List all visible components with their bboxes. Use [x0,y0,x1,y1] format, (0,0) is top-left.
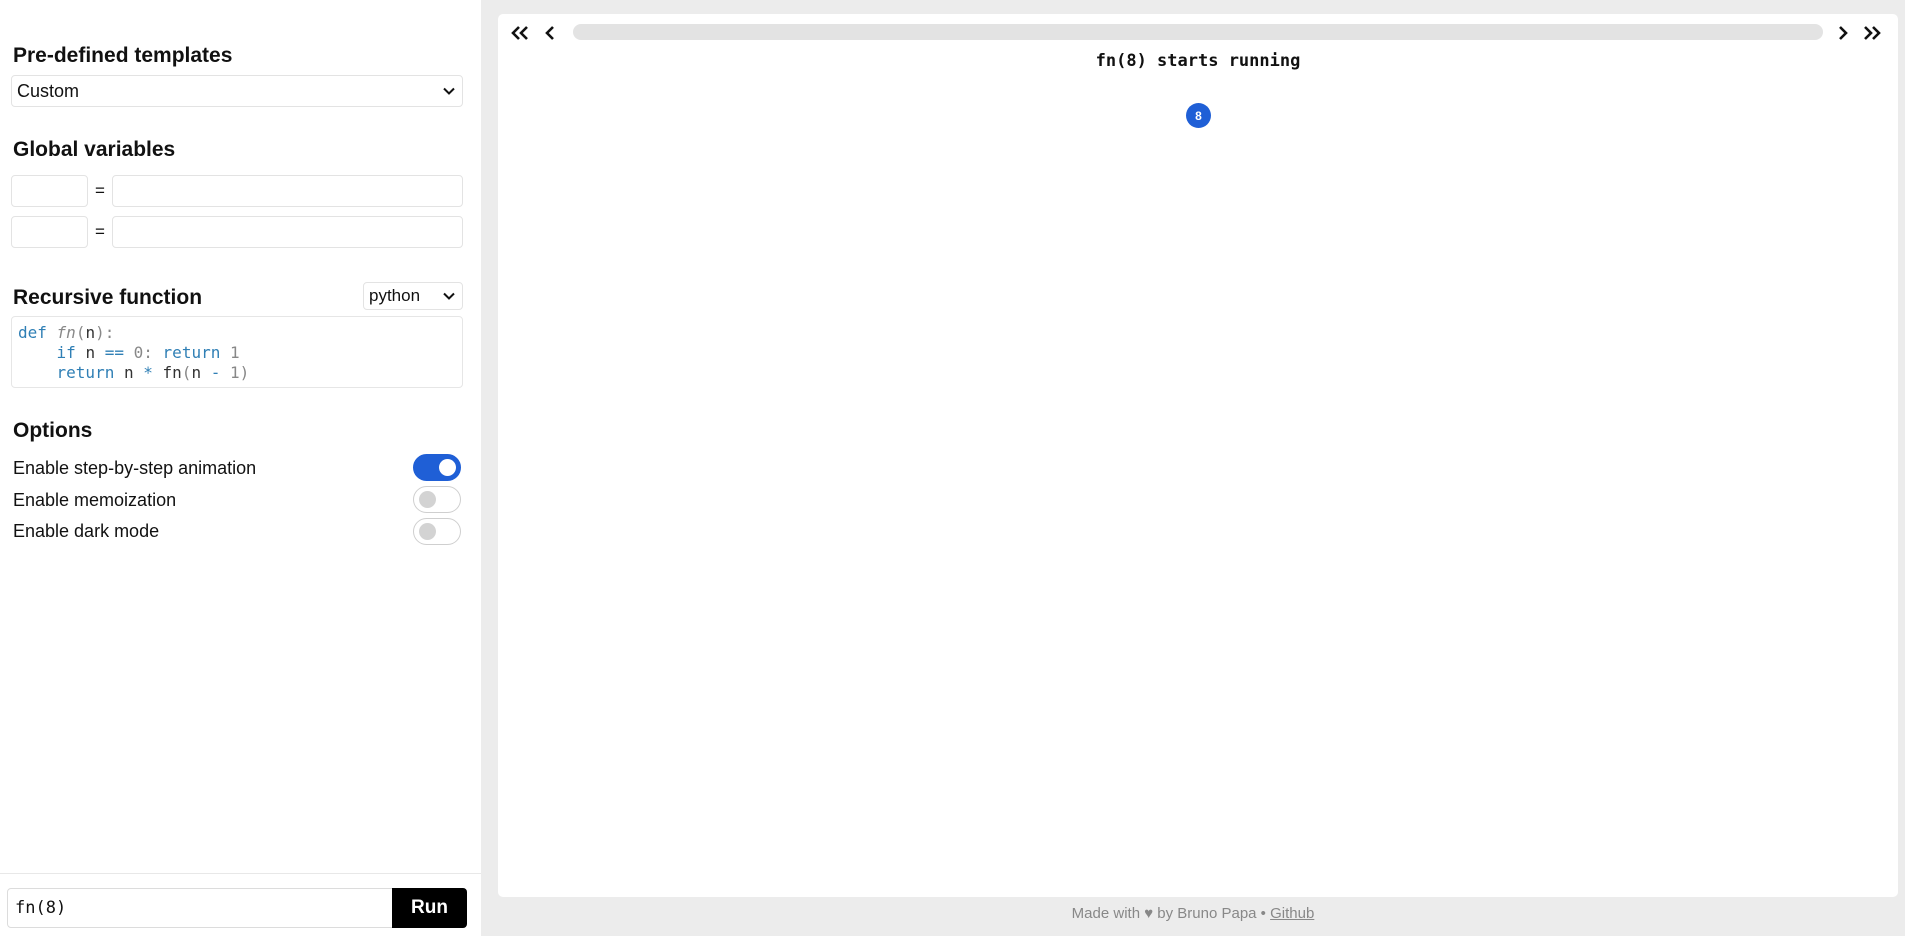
footer: Made with ♥ by Bruno Papa • Github [481,905,1905,922]
code-line-1: def fn(n): [18,323,115,342]
tree-panel: fn(8) starts running 8 [498,14,1898,897]
code-line-3: return n * fn(n - 1) [56,363,250,382]
sidebar: Pre-defined templates Custom Global vari… [0,0,481,936]
code-editor[interactable]: def fn(n): if n == 0: return 1 return n … [11,316,463,388]
chevron-down-icon [443,87,455,95]
tree-node[interactable]: 8 [1186,103,1211,128]
toggle-knob [419,491,436,508]
step-progress-bar[interactable] [573,24,1823,40]
template-select-value: Custom [17,80,80,101]
global-var-value-input[interactable] [112,175,463,207]
equals-sign: = [95,222,105,241]
global-var-name-input[interactable] [11,175,88,207]
option-label-animation: Enable step-by-step animation [13,458,257,478]
global-var-name-input[interactable] [11,216,88,248]
function-title: Recursive function [13,286,203,309]
app-root: Pre-defined templates Custom Global vari… [0,0,1905,936]
equals-sign: = [95,181,105,200]
globals-title: Global variables [13,138,176,161]
function-call-input[interactable]: fn(8) [7,888,393,928]
templates-title: Pre-defined templates [13,44,233,67]
option-label-memoization: Enable memoization [13,490,177,510]
dark-mode-toggle[interactable] [413,518,461,545]
language-select-value: python [369,286,421,305]
memoization-toggle[interactable] [413,486,461,513]
animation-toggle[interactable] [413,454,461,481]
visualizer-area: fn(8) starts running 8 Made with ♥ by Br… [481,0,1905,936]
last-step-button[interactable] [1861,22,1883,44]
options-title: Options [13,419,93,442]
previous-step-button[interactable] [539,22,561,44]
option-label-dark-mode: Enable dark mode [13,521,160,541]
template-select[interactable]: Custom [11,75,463,107]
run-button[interactable]: Run [392,888,467,928]
run-bar: fn(8) Run [0,873,481,936]
chevron-left-icon [545,26,554,40]
footer-text: Made with ♥ by Bruno Papa • [1071,905,1271,922]
toggle-knob [419,523,436,540]
step-status-text: fn(8) starts running [1095,51,1301,71]
next-step-button[interactable] [1832,22,1854,44]
double-chevron-right-icon [1864,26,1881,40]
global-var-value-input[interactable] [112,216,463,248]
chevron-right-icon [1839,26,1848,40]
github-link[interactable]: Github [1270,905,1314,922]
double-chevron-left-icon [511,26,528,40]
first-step-button[interactable] [509,22,531,44]
code-line-2: if n == 0: return 1 [56,343,240,362]
language-select[interactable]: python [363,282,463,310]
chevron-down-icon [443,292,455,300]
toggle-knob [439,459,456,476]
